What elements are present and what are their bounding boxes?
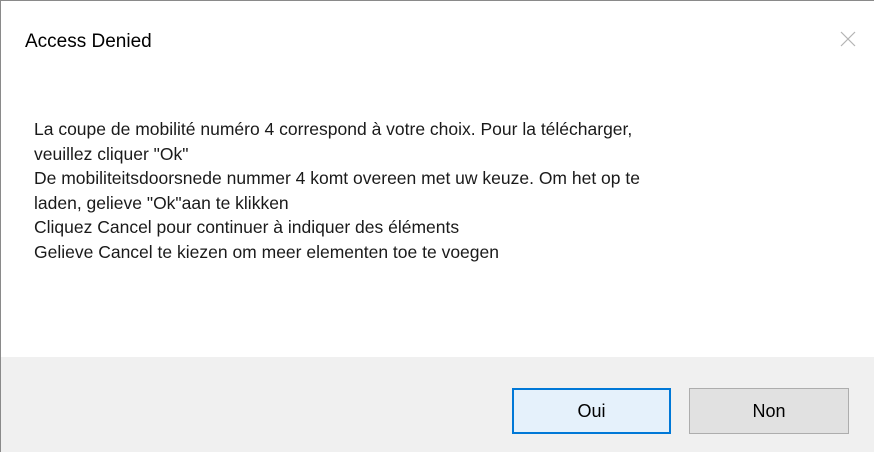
dialog-title: Access Denied: [25, 31, 152, 52]
message-line: veuillez cliquer "Ok": [34, 143, 189, 164]
button-bar: Oui Non: [1, 357, 874, 452]
close-icon: [840, 31, 856, 47]
access-denied-dialog: Access Denied La coupe de mobilité numér…: [0, 0, 874, 452]
message-body: La coupe de mobilité numéro 4 correspond…: [34, 117, 854, 265]
message-line: Gelieve Cancel te kiezen om meer element…: [34, 241, 499, 262]
title-bar: Access Denied: [1, 1, 874, 81]
message-line: laden, gelieve "Ok"aan te klikken: [34, 192, 289, 213]
yes-button[interactable]: Oui: [512, 388, 671, 434]
message-line: De mobiliteitsdoorsnede nummer 4 komt ov…: [34, 168, 640, 189]
no-button[interactable]: Non: [689, 388, 849, 434]
message-line: La coupe de mobilité numéro 4 correspond…: [34, 119, 633, 139]
close-button[interactable]: [824, 19, 874, 59]
message-line: Cliquez Cancel pour continuer à indiquer…: [34, 217, 460, 238]
